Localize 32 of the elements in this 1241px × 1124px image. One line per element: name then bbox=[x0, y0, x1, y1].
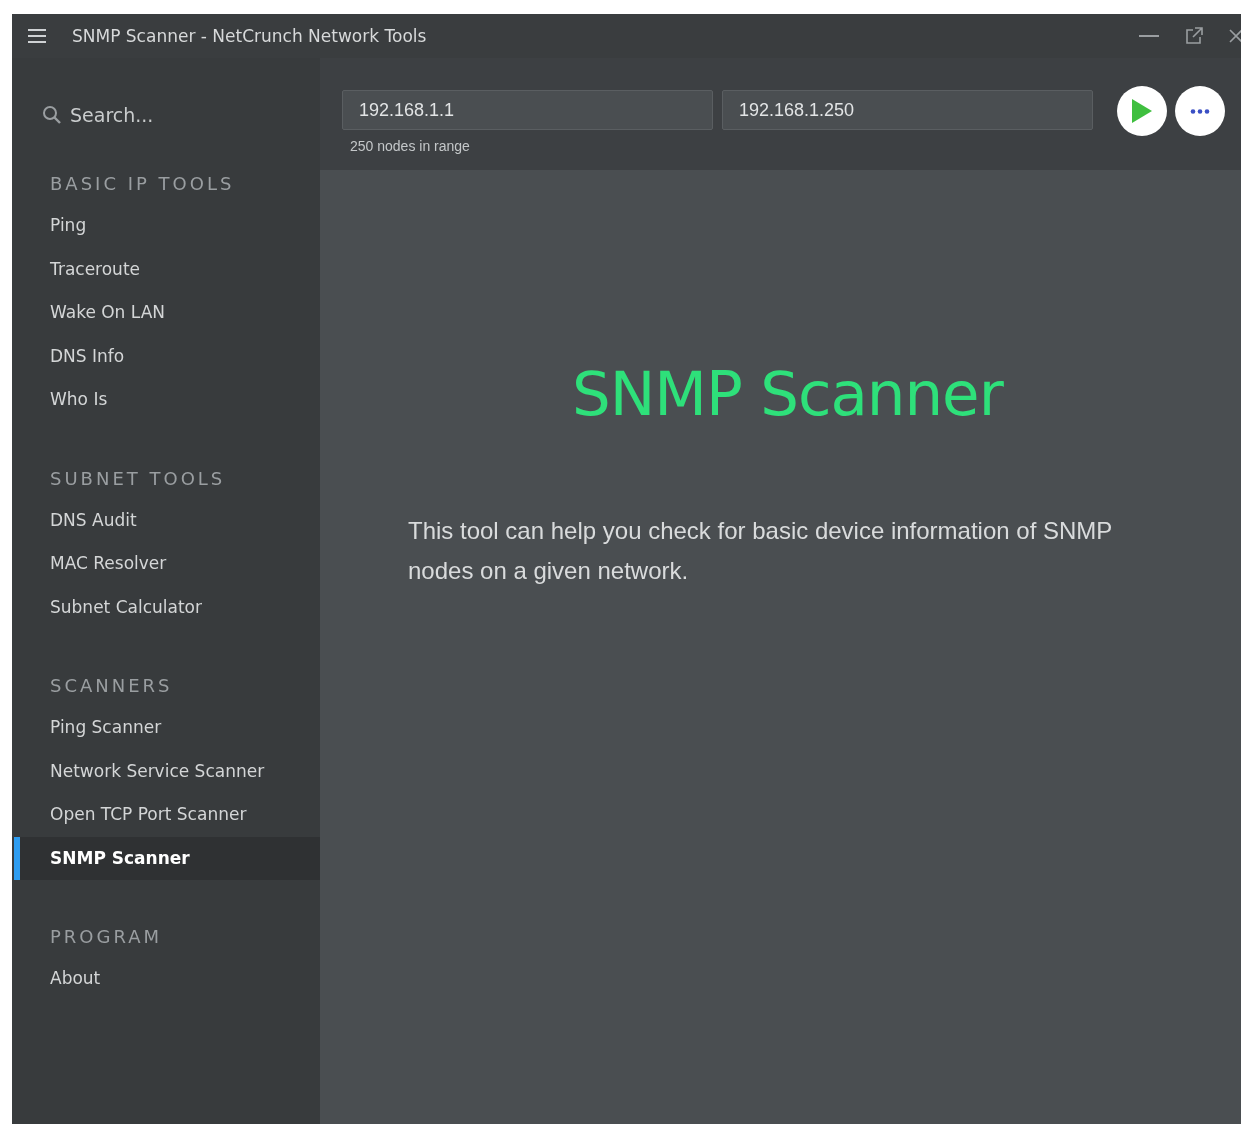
sidebar-item[interactable]: Ping bbox=[12, 204, 320, 248]
sidebar-item[interactable]: Wake On LAN bbox=[12, 291, 320, 335]
start-ip-field[interactable]: 192.168.1.1 bbox=[342, 90, 713, 130]
section-heading: PROGRAM bbox=[49, 925, 164, 949]
sidebar-item[interactable]: About bbox=[12, 957, 320, 1001]
search-field[interactable]: Search... bbox=[70, 104, 290, 126]
sidebar-item[interactable]: Network Service Scanner bbox=[12, 749, 320, 793]
play-icon bbox=[1131, 98, 1153, 124]
sidebar-item[interactable]: Open TCP Port Scanner bbox=[12, 793, 320, 837]
tool-description: This tool can help you check for basic device information of SNMP nodes on a given network. bbox=[408, 516, 1113, 586]
more-button[interactable] bbox=[1175, 86, 1225, 136]
end-ip-field[interactable]: 192.168.1.250 bbox=[722, 90, 1093, 130]
popout-icon[interactable] bbox=[1185, 27, 1203, 45]
tool-heading: SNMP Scanner bbox=[572, 358, 1005, 429]
sidebar-item[interactable]: Subnet Calculator bbox=[12, 585, 320, 629]
sidebar-item[interactable]: Who Is bbox=[12, 378, 320, 422]
section-heading: BASIC IP TOOLS bbox=[49, 172, 236, 196]
sidebar-item[interactable]: Traceroute bbox=[12, 247, 320, 291]
more-icon bbox=[1190, 108, 1210, 114]
play-button[interactable] bbox=[1117, 86, 1167, 136]
section-heading: SUBNET TOOLS bbox=[49, 466, 227, 491]
range-note: 250 nodes in range bbox=[350, 138, 471, 154]
sidebar-item[interactable]: DNS Info bbox=[12, 334, 320, 378]
section-heading: SCANNERS bbox=[49, 674, 174, 698]
search-icon bbox=[42, 105, 62, 125]
sidebar-item[interactable]: SNMP Scanner bbox=[14, 836, 320, 880]
close-icon[interactable] bbox=[1229, 28, 1241, 44]
menu-icon[interactable] bbox=[28, 29, 46, 43]
sidebar-item[interactable]: MAC Resolver bbox=[12, 542, 320, 586]
window-title: SNMP Scanner - NetCrunch Network Tools bbox=[72, 26, 427, 46]
sidebar-item[interactable]: DNS Audit bbox=[12, 498, 320, 542]
sidebar-item[interactable]: Ping Scanner bbox=[12, 706, 320, 750]
